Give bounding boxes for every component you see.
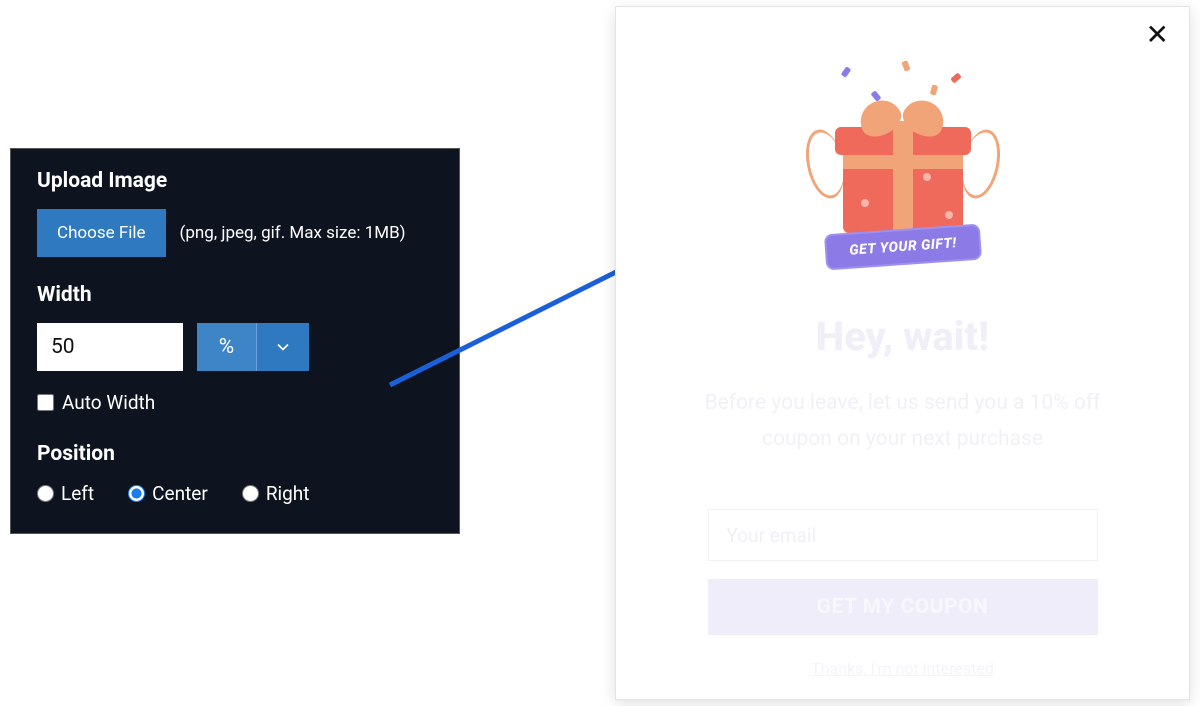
file-type-hint: (png, jpeg, gif. Max size: 1MB) (180, 223, 406, 243)
position-left-label: Left (61, 482, 94, 505)
choose-file-button[interactable]: Choose File (37, 209, 166, 257)
position-right-option[interactable]: Right (242, 482, 310, 505)
auto-width-label: Auto Width (62, 391, 155, 414)
exit-intent-popup: ✕ GET YOUR GIFT! Hey, wait! Before you l… (615, 6, 1190, 700)
position-right-radio[interactable] (242, 485, 259, 502)
position-heading: Position (37, 442, 433, 466)
position-left-radio[interactable] (37, 485, 54, 502)
position-center-option[interactable]: Center (128, 482, 208, 505)
gift-illustration: GET YOUR GIFT! (803, 61, 1003, 269)
position-left-option[interactable]: Left (37, 482, 94, 505)
position-center-label: Center (152, 482, 208, 505)
width-input[interactable] (37, 323, 183, 371)
width-unit-select[interactable]: % (197, 323, 309, 371)
width-heading: Width (37, 283, 433, 307)
email-input[interactable] (708, 509, 1098, 561)
popup-headline: Hey, wait! (816, 313, 989, 360)
image-settings-panel: Upload Image Choose File (png, jpeg, gif… (10, 148, 460, 534)
position-right-label: Right (266, 482, 310, 505)
width-unit-label: % (197, 323, 257, 371)
upload-image-heading: Upload Image (37, 169, 433, 193)
get-coupon-button[interactable]: GET MY COUPON (708, 579, 1098, 635)
popup-subtext: Before you leave, let us send you a 10% … (703, 386, 1103, 457)
close-icon[interactable]: ✕ (1146, 21, 1169, 49)
auto-width-checkbox-row[interactable]: Auto Width (37, 391, 433, 414)
not-interested-link[interactable]: Thanks, I'm not interested (811, 659, 994, 678)
chevron-down-icon[interactable] (257, 323, 309, 371)
position-center-radio[interactable] (128, 485, 145, 502)
auto-width-checkbox[interactable] (37, 394, 54, 411)
